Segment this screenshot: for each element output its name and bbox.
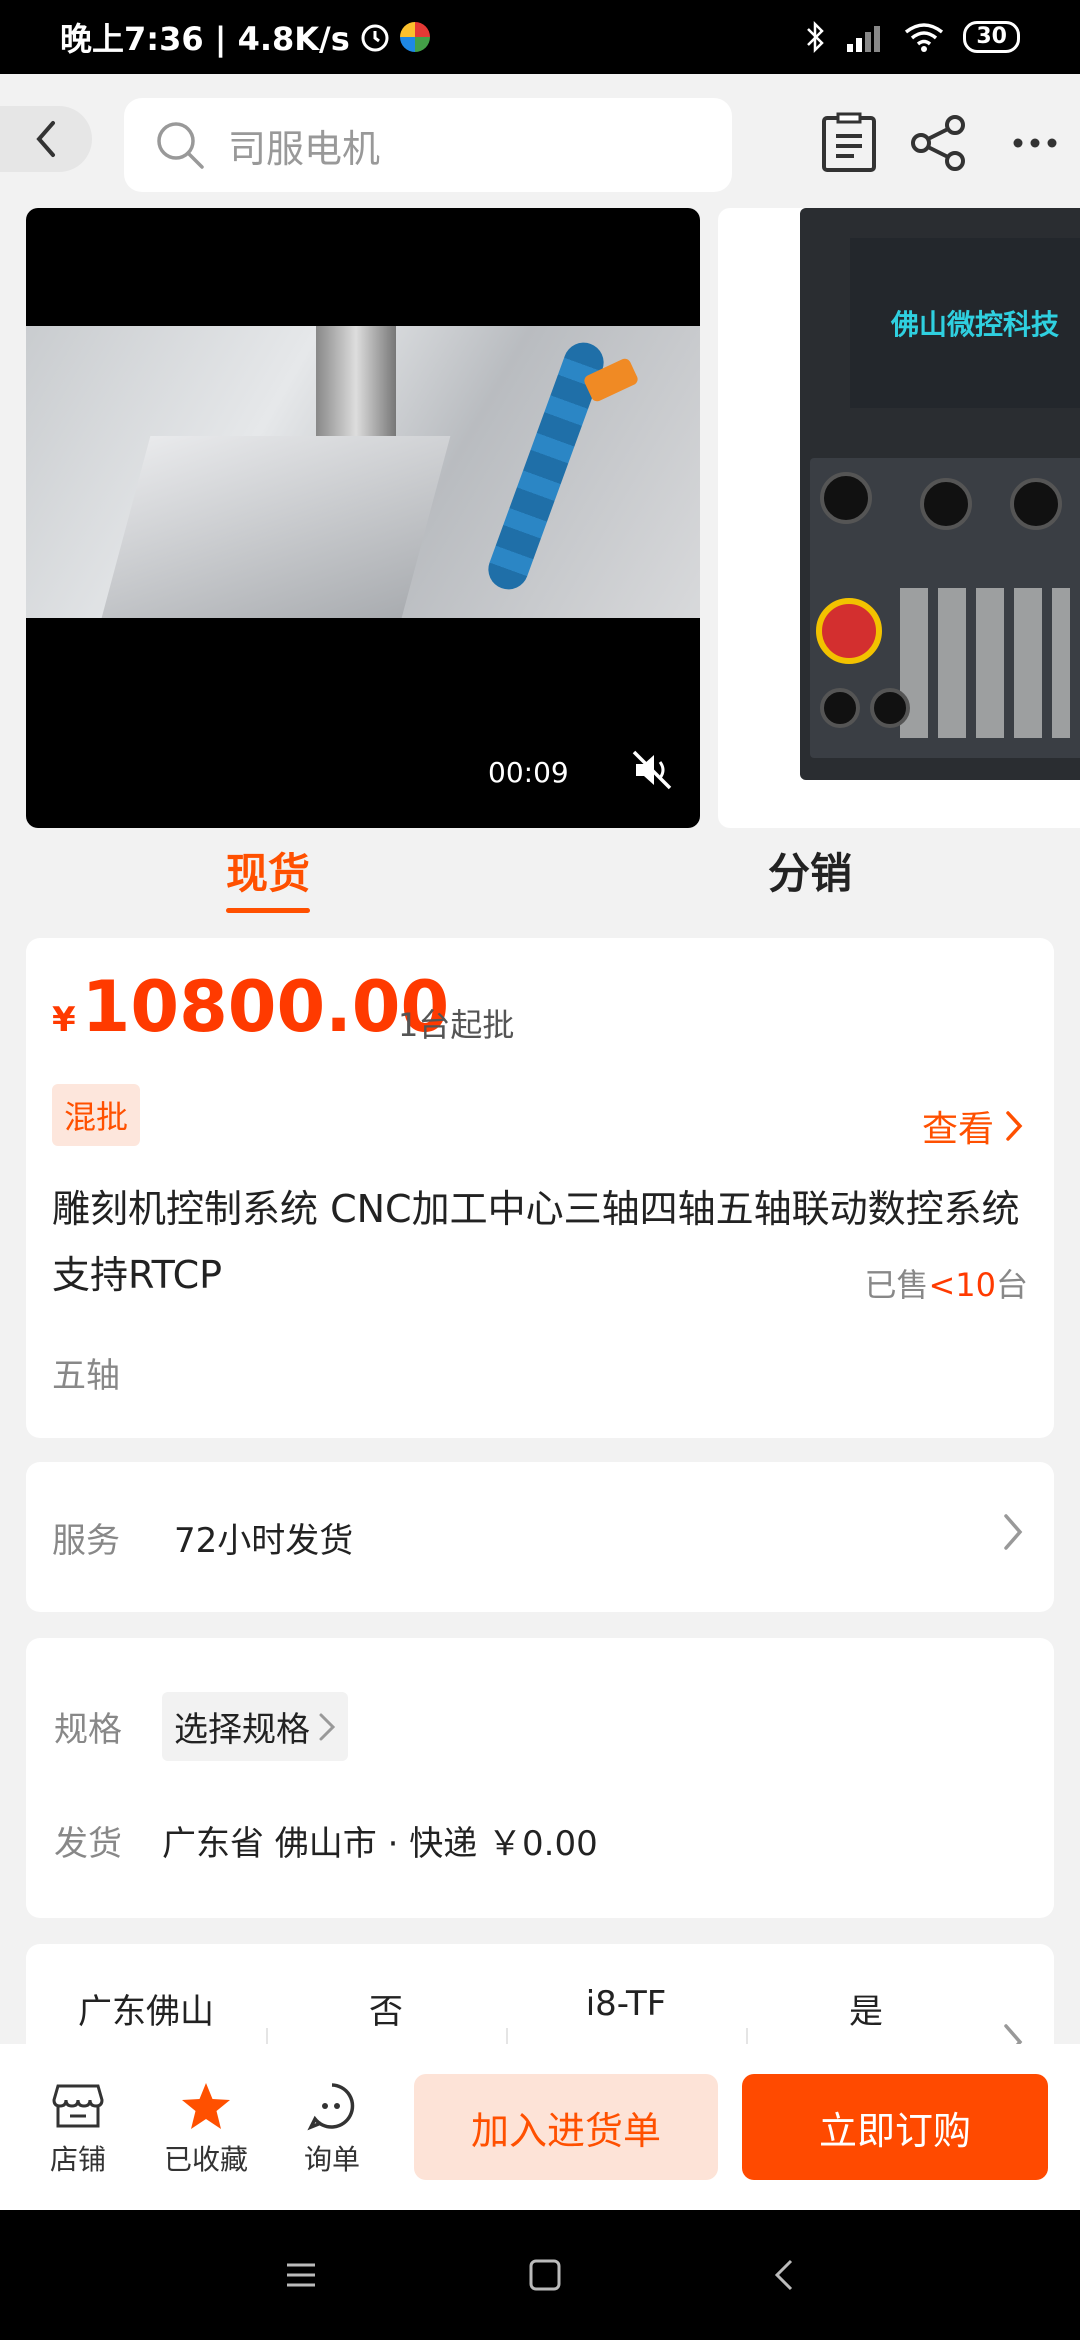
chevron-left-icon — [36, 121, 55, 157]
star-filled-icon — [182, 2083, 230, 2129]
battery-indicator: 30 — [963, 21, 1020, 53]
tab-in-stock[interactable]: 现货 — [226, 840, 311, 913]
mute-icon[interactable] — [630, 748, 674, 792]
back-button[interactable] — [0, 106, 92, 172]
min-order-qty: 1台起批 — [398, 1006, 515, 1044]
view-link[interactable]: 查看 — [922, 1100, 1024, 1152]
bluetooth-icon — [807, 20, 825, 54]
select-spec-label: 选择规格 — [174, 1710, 310, 1750]
favorite-button[interactable]: 已收藏 — [158, 2080, 254, 2178]
product-image-control-panel[interactable]: 佛山微控科技 — [718, 208, 1080, 828]
video-time: 00:09 — [488, 756, 569, 789]
status-time-speed: 晚上7:36 | 4.8K/s — [60, 20, 350, 58]
clipboard-list-icon — [822, 112, 876, 172]
shop-icon — [52, 2084, 104, 2128]
currency-symbol: ¥ — [52, 1000, 76, 1040]
attr-divider — [506, 2028, 508, 2044]
search-icon — [157, 122, 204, 169]
inquiry-label: 询单 — [303, 2143, 360, 2176]
spec-card: 规格 选择规格 发货 广东省 佛山市 · 快递 ￥0.00 — [26, 1638, 1054, 1918]
status-bar: 晚上7:36 | 4.8K/s 30 — [0, 0, 1080, 74]
sold-count: 已售<10台 — [864, 1260, 1028, 1306]
attributes-card[interactable]: 广东佛山 否 i8-TF 是 — [26, 1944, 1054, 2044]
price-card: ¥ 10800.00 1台起批 混批 查看 雕刻机控制系统 CNC加工中心三轴四… — [26, 938, 1054, 1438]
more-dots-icon — [1013, 138, 1057, 148]
service-value: 72小时发货 — [174, 1520, 354, 1561]
ship-label: 发货 — [54, 1824, 122, 1864]
home-square-icon[interactable] — [528, 2258, 562, 2292]
shop-button[interactable]: 店铺 — [30, 2080, 126, 2178]
favorite-label: 已收藏 — [163, 2143, 248, 2176]
bottom-action-bar: 店铺 已收藏 询单 加入进货单 立即订购 — [0, 2044, 1080, 2210]
system-nav-bar — [0, 2210, 1080, 2340]
ship-value: 广东省 佛山市 · 快递 ￥0.00 — [162, 1824, 598, 1864]
wifi-icon — [905, 23, 944, 52]
attr-cell: 否 — [369, 1992, 403, 2032]
cnc-controller-image: 佛山微控科技 — [800, 208, 1080, 780]
list-button[interactable] — [814, 108, 884, 178]
inquiry-button[interactable]: 询单 — [284, 2080, 380, 2178]
signal-icon — [847, 26, 881, 52]
more-button[interactable] — [1000, 108, 1070, 178]
shop-label: 店铺 — [49, 2143, 106, 2176]
search-input[interactable]: 司服电机 — [124, 98, 732, 192]
buy-now-button[interactable]: 立即订购 — [742, 2074, 1048, 2180]
price-value: 10800.00 — [81, 966, 450, 1048]
tab-bar: 现货 分销 — [0, 840, 1080, 913]
sold-value: <10 — [928, 1266, 996, 1304]
back-triangle-icon[interactable] — [772, 2258, 796, 2292]
service-label: 服务 — [52, 1520, 120, 1561]
share-button[interactable] — [904, 108, 974, 178]
view-label: 查看 — [921, 1109, 994, 1150]
share-icon — [911, 115, 965, 171]
add-to-cart-button[interactable]: 加入进货单 — [414, 2074, 718, 2180]
sold-unit: 台 — [995, 1266, 1028, 1304]
product-video[interactable]: 00:09 — [26, 208, 700, 828]
app-logo-icon — [399, 22, 430, 52]
chevron-right-icon — [1004, 1514, 1023, 1550]
select-spec-button[interactable]: 选择规格 — [162, 1692, 348, 1761]
variant-tag: 五轴 — [52, 1356, 120, 1396]
chevron-right-icon — [1004, 2024, 1023, 2044]
attr-cell: 是 — [849, 1992, 883, 2032]
video-frame — [26, 326, 700, 618]
top-nav: 司服电机 — [0, 74, 1080, 208]
chevron-right-icon — [1006, 1111, 1023, 1141]
inquiry-chat-icon — [307, 2083, 355, 2131]
price: ¥ 10800.00 — [52, 966, 449, 1048]
search-placeholder: 司服电机 — [228, 126, 381, 171]
mixed-batch-badge: 混批 — [52, 1084, 141, 1146]
spec-label: 规格 — [54, 1710, 122, 1750]
panel-brand-text: 佛山微控科技 — [890, 308, 1059, 341]
tab-distribution[interactable]: 分销 — [768, 840, 852, 901]
service-row[interactable]: 服务 72小时发货 — [26, 1462, 1054, 1612]
attr-cell: 广东佛山 — [78, 1992, 214, 2032]
chevron-right-icon — [319, 1713, 336, 1740]
attr-cell: i8-TF — [585, 1984, 667, 2024]
alarm-icon — [361, 24, 389, 52]
sold-prefix: 已售 — [864, 1266, 929, 1304]
menu-icon[interactable] — [284, 2260, 318, 2290]
